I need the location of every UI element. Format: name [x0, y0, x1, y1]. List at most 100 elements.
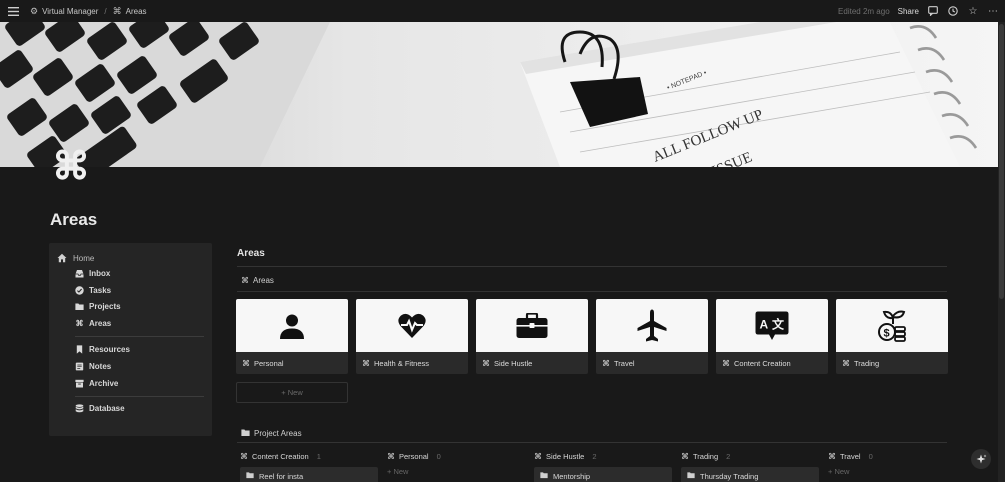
command-icon: ⌘ — [242, 358, 250, 368]
topbar-actions: Edited 2m ago Share ☆ ⋯ — [838, 5, 999, 17]
command-icon: ⌘ — [75, 319, 84, 329]
board-card[interactable]: Mentorship — [534, 467, 672, 482]
sidebar-item-tasks[interactable]: Tasks — [49, 282, 212, 299]
card-label: Trading — [854, 358, 880, 368]
sidebar-item-database[interactable]: Database — [49, 401, 212, 418]
column-header[interactable]: ⌘ Side Hustle 2 — [534, 448, 672, 464]
inbox-icon — [75, 269, 84, 278]
column-new-button[interactable]: + New — [828, 467, 873, 476]
gallery-card-trading[interactable]: $ ⌘ Trading — [836, 299, 948, 374]
gallery-card-travel[interactable]: ⌘ Travel — [596, 299, 708, 374]
board-card-title: Reel for insta — [259, 471, 304, 481]
areas-gallery: ⌘ Personal ⌘ Health & Fitness ⌘ Side Hustle… — [236, 299, 948, 374]
board-card-title: Thursday Trading — [700, 471, 759, 481]
column-new-button[interactable]: + New — [387, 467, 441, 476]
home-label: Home — [73, 253, 95, 263]
command-icon: ⌘ — [112, 5, 122, 16]
scrollbar-thumb[interactable] — [999, 24, 1004, 299]
board-card[interactable]: Reel for insta — [240, 467, 378, 482]
sidebar-item-inbox[interactable]: Inbox — [49, 265, 212, 282]
board-title[interactable]: Project Areas — [241, 428, 302, 439]
sparkle-icon — [976, 454, 986, 463]
board-card-title: Mentorship — [553, 471, 591, 481]
card-label: Side Hustle — [494, 358, 533, 368]
column-header[interactable]: ⌘ Trading 2 — [681, 448, 819, 464]
share-button[interactable]: Share — [898, 7, 919, 16]
navigation-panel: Home Inbox Tasks Projects ⌘ Areas Resour… — [49, 243, 212, 436]
folder-icon — [246, 471, 254, 481]
breadcrumb: ⚙ Virtual Manager / ⌘ Areas — [30, 6, 147, 17]
command-icon: ⌘ — [534, 451, 542, 461]
column-header[interactable]: ⌘ Content Creation 1 — [240, 448, 378, 464]
command-icon: ⌘ — [362, 358, 370, 368]
folder-icon — [75, 302, 84, 311]
sidebar-item-projects[interactable]: Projects — [49, 299, 212, 316]
breadcrumb-workspace[interactable]: Virtual Manager — [42, 7, 98, 16]
sidebar-item-label: Database — [89, 404, 125, 414]
sidebar-item-resources[interactable]: Resources — [49, 341, 212, 358]
new-area-button[interactable]: + New — [236, 382, 348, 403]
star-icon[interactable]: ☆ — [967, 5, 979, 17]
card-label: Travel — [614, 358, 635, 368]
command-icon: ⌘ — [241, 276, 249, 285]
person-icon — [280, 314, 304, 339]
divider — [237, 291, 947, 292]
divider — [237, 266, 947, 267]
sidebar-item-label: Resources — [89, 345, 130, 355]
column-name: Travel — [840, 451, 861, 461]
card-label: Personal — [254, 358, 284, 368]
command-icon: ⌘ — [482, 358, 490, 368]
comment-icon[interactable] — [927, 5, 939, 17]
command-icon: ⌘ — [387, 451, 395, 461]
sidebar-divider — [75, 395, 204, 397]
sidebar-item-label: Tasks — [89, 285, 112, 295]
gallery-card-health-fitness[interactable]: ⌘ Health & Fitness — [356, 299, 468, 374]
board-card[interactable]: Thursday Trading — [681, 467, 819, 482]
column-header[interactable]: ⌘ Personal 0 — [387, 448, 441, 464]
sidebar-item-notes[interactable]: Notes — [49, 358, 212, 375]
command-icon: ⌘ — [602, 358, 610, 368]
gallery-title[interactable]: ⌘ Areas — [241, 276, 274, 285]
sidebar-item-label: Areas — [89, 319, 112, 329]
column-name: Trading — [693, 451, 719, 461]
svg-text:$: $ — [884, 327, 890, 339]
board-title-label: Project Areas — [254, 429, 302, 438]
edited-status: Edited 2m ago — [838, 6, 890, 16]
cover-image[interactable]: ALL FOLLOW UP & ISSUE • NOTEPAD • — [0, 22, 998, 167]
home-link[interactable]: Home — [49, 251, 212, 265]
board-column-side-hustle: ⌘ Side Hustle 2 Mentorship — [534, 448, 672, 482]
clock-icon[interactable] — [947, 5, 959, 17]
page-scrollbar[interactable] — [998, 22, 1005, 482]
page-title: Areas — [50, 210, 98, 229]
column-header[interactable]: ⌘ Travel 0 — [828, 448, 873, 464]
gallery-card-content-creation[interactable]: A文 ⌘ Content Creation — [716, 299, 828, 374]
database-icon — [75, 404, 84, 413]
gallery-card-personal[interactable]: ⌘ Personal — [236, 299, 348, 374]
card-label: Content Creation — [734, 358, 791, 368]
workspace-gear-icon: ⚙ — [30, 5, 39, 16]
heart-pulse-icon — [398, 313, 426, 338]
sidebar-item-label: Archive — [89, 378, 119, 388]
top-bar: ⚙ Virtual Manager / ⌘ Areas Edited 2m ag… — [0, 0, 1005, 22]
command-icon: ⌘ — [842, 358, 850, 368]
section-heading: Areas — [237, 248, 265, 259]
breadcrumb-page[interactable]: Areas — [126, 7, 147, 16]
notes-icon — [75, 362, 84, 371]
home-icon — [57, 253, 68, 264]
sidebar-item-label: Inbox — [89, 268, 111, 278]
sidebar-item-label: Projects — [89, 302, 121, 312]
briefcase-icon — [516, 312, 548, 338]
sidebar-item-areas[interactable]: ⌘ Areas — [49, 315, 212, 332]
translate-icon: A文 — [755, 311, 789, 340]
board-column-content-creation: ⌘ Content Creation 1 Reel for insta — [240, 448, 378, 482]
gallery-card-side-hustle[interactable]: ⌘ Side Hustle — [476, 299, 588, 374]
sidebar-item-archive[interactable]: Archive — [49, 375, 212, 392]
more-icon[interactable]: ⋯ — [987, 5, 999, 17]
board-column-travel: ⌘ Travel 0 + New — [828, 448, 873, 477]
ai-sparkle-button[interactable] — [971, 449, 991, 469]
menu-icon[interactable] — [6, 4, 20, 18]
column-count: 2 — [592, 451, 597, 461]
page-icon-command[interactable]: ⌘ — [52, 148, 90, 186]
command-icon: ⌘ — [240, 451, 248, 461]
gallery-title-label: Areas — [253, 276, 274, 285]
